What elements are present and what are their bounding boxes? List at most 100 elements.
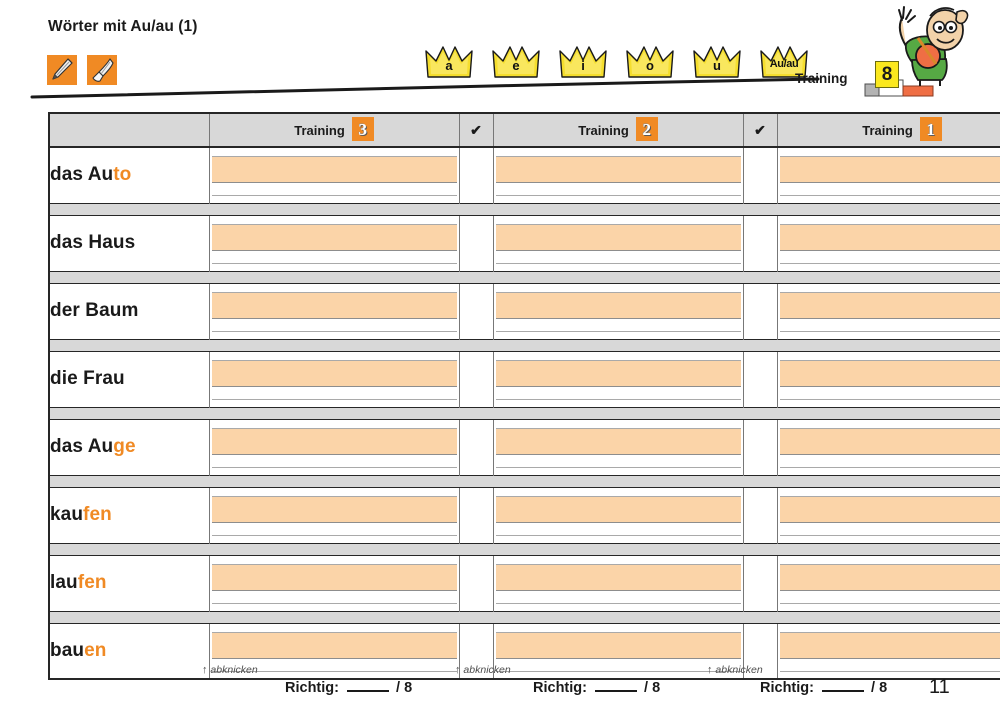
writing-guide-lines xyxy=(779,427,1000,468)
writing-cell[interactable] xyxy=(209,487,460,543)
writing-guide-lines xyxy=(779,359,1000,400)
writing-baseline xyxy=(495,466,741,468)
writing-guide-lines xyxy=(495,223,741,264)
writing-band xyxy=(779,359,1000,387)
writing-cell[interactable] xyxy=(493,147,744,203)
word-cell: der Baum xyxy=(49,283,210,339)
table-header: Training 3 ✔ Training 2 ✔ Training 1 xyxy=(49,113,1000,148)
row-separator-band xyxy=(49,542,1000,556)
check-cell[interactable] xyxy=(743,283,778,339)
writing-guide-lines xyxy=(779,156,1000,196)
writing-guide-lines xyxy=(779,495,1000,536)
word-highlight: en xyxy=(84,639,107,661)
check-cell[interactable] xyxy=(459,351,494,407)
writing-baseline xyxy=(211,262,457,264)
header-row: Training 3 ✔ Training 2 ✔ Training 1 xyxy=(49,113,1000,148)
score-line-1: Richtig: / 8 xyxy=(760,679,887,696)
check-cell[interactable] xyxy=(459,147,494,203)
score-blank-input[interactable] xyxy=(595,679,637,692)
row-separator-band xyxy=(49,270,1000,284)
check-cell[interactable] xyxy=(743,215,778,271)
writing-guide-lines xyxy=(211,223,457,264)
score-total: / 8 xyxy=(644,680,661,696)
writing-band xyxy=(211,563,457,591)
writing-cell[interactable] xyxy=(493,419,744,475)
header-training-3: Training 3 xyxy=(209,113,460,148)
page-number: 11 xyxy=(929,676,950,698)
header-training-3-label: Training xyxy=(294,122,345,138)
writing-baseline xyxy=(211,330,457,332)
writing-cell[interactable] xyxy=(777,487,1000,543)
check-cell[interactable] xyxy=(459,283,494,339)
score-line-2: Richtig: / 8 xyxy=(533,679,660,696)
writing-band xyxy=(211,223,457,251)
writing-guide-lines xyxy=(779,223,1000,264)
fold-note-2-label: abknicken xyxy=(463,664,511,676)
score-label: Richtig: xyxy=(533,680,587,696)
writing-baseline xyxy=(779,330,1000,332)
crown-e: e xyxy=(492,41,540,81)
word-base: kau xyxy=(50,504,84,525)
writing-cell[interactable] xyxy=(209,351,460,407)
writing-baseline xyxy=(495,534,741,536)
writing-band xyxy=(779,223,1000,251)
writing-cell[interactable] xyxy=(209,215,460,271)
check-cell[interactable] xyxy=(743,147,778,203)
row-separator xyxy=(49,202,1000,216)
word-base: das Au xyxy=(50,436,114,457)
writing-band xyxy=(779,291,1000,319)
row-separator-band xyxy=(49,406,1000,420)
page-title: Wörter mit Au/au (1) xyxy=(48,18,198,35)
writing-baseline xyxy=(495,262,741,264)
training-label: Training xyxy=(795,71,848,86)
check-cell[interactable] xyxy=(459,487,494,543)
writing-cell[interactable] xyxy=(209,419,460,475)
writing-guide-lines xyxy=(495,427,741,468)
writing-baseline xyxy=(779,195,1000,196)
writing-cell[interactable] xyxy=(777,147,1000,203)
crown-label: o xyxy=(646,58,654,73)
writing-cell[interactable] xyxy=(493,555,744,611)
writing-cell[interactable] xyxy=(209,147,460,203)
check-cell[interactable] xyxy=(743,419,778,475)
writing-baseline xyxy=(211,466,457,468)
score-blank-input[interactable] xyxy=(822,679,864,692)
writing-cell[interactable] xyxy=(777,351,1000,407)
crown-a: a xyxy=(425,41,473,81)
writing-cell[interactable] xyxy=(777,555,1000,611)
fold-arrow-icon: ↑ xyxy=(455,664,461,676)
score-blank-input[interactable] xyxy=(347,679,389,692)
writing-cell[interactable] xyxy=(209,555,460,611)
check-cell[interactable] xyxy=(743,487,778,543)
writing-cell[interactable] xyxy=(493,283,744,339)
header-training-2: Training 2 xyxy=(493,113,744,148)
writing-cell[interactable] xyxy=(493,215,744,271)
writing-baseline xyxy=(211,602,457,604)
writing-cell[interactable] xyxy=(777,419,1000,475)
check-cell[interactable] xyxy=(743,555,778,611)
check-cell[interactable] xyxy=(459,555,494,611)
crown-label: a xyxy=(445,58,453,73)
mascot-illustration xyxy=(898,6,969,86)
check-cell[interactable] xyxy=(459,419,494,475)
writing-guide-lines xyxy=(211,359,457,400)
row-separator-band xyxy=(49,610,1000,624)
writing-baseline xyxy=(211,398,457,400)
worksheet-table-container: Training 3 ✔ Training 2 ✔ Training 1 das… xyxy=(48,112,1000,680)
crown-label: i xyxy=(581,58,585,73)
fold-note-1: ↑ abknicken xyxy=(202,664,258,676)
word-highlight: to xyxy=(113,164,132,186)
writing-cell[interactable] xyxy=(493,351,744,407)
writing-cell[interactable] xyxy=(777,215,1000,271)
score-total: / 8 xyxy=(396,680,413,696)
writing-cell[interactable] xyxy=(209,283,460,339)
check-cell[interactable] xyxy=(459,215,494,271)
writing-band xyxy=(779,427,1000,455)
header-training-3-badge: 3 xyxy=(351,117,374,141)
writing-baseline xyxy=(211,534,457,536)
header-check-2: ✔ xyxy=(743,113,778,148)
writing-guide-lines xyxy=(779,291,1000,332)
writing-cell[interactable] xyxy=(777,283,1000,339)
writing-cell[interactable] xyxy=(493,487,744,543)
check-cell[interactable] xyxy=(743,351,778,407)
